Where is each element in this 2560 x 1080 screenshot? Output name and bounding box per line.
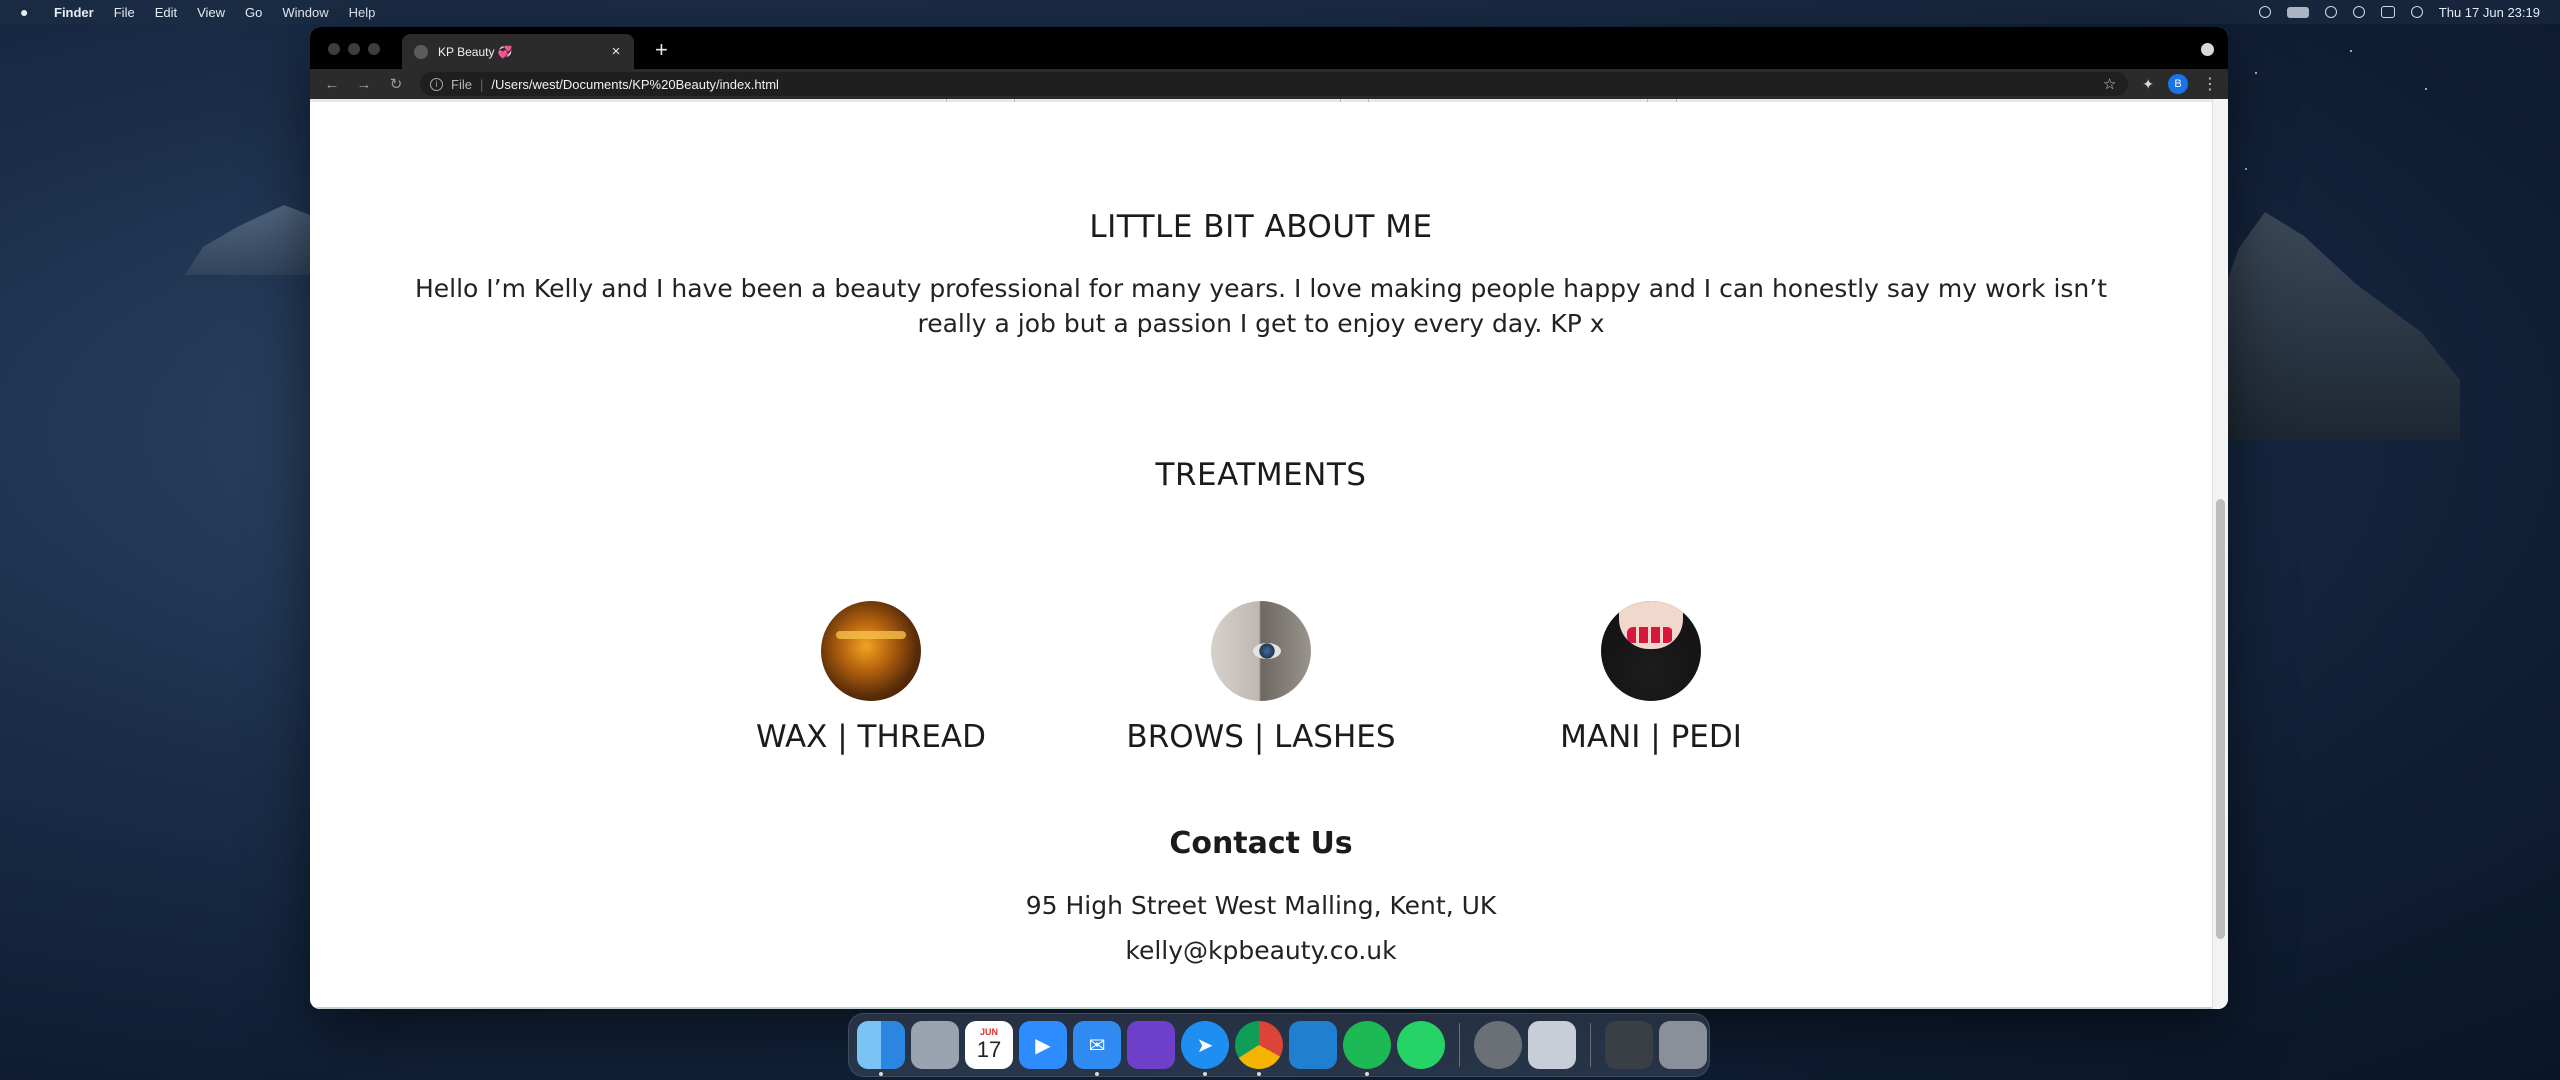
safari-dock-icon[interactable]: ➤	[1181, 1021, 1229, 1076]
wallpaper-star	[2350, 50, 2352, 52]
address-bar[interactable]: i File | /Users/west/Documents/KP%20Beau…	[420, 72, 2129, 96]
play-status-icon[interactable]	[2258, 6, 2271, 18]
spotlight-search-icon[interactable]	[2352, 6, 2365, 18]
macos-dock: JUN 17 ▶ ✉ ➤	[848, 1013, 1710, 1077]
about-heading: LITTLE BIT ABOUT ME	[1089, 209, 1433, 245]
new-tab-icon[interactable]: +	[655, 37, 668, 63]
treatment-label[interactable]: BROWS | LASHES	[1111, 719, 1411, 755]
menu-edit[interactable]: Edit	[155, 5, 177, 20]
toolbar-right-actions: ✦ B ⋮	[2142, 74, 2218, 94]
reload-icon[interactable]: ↻	[380, 75, 412, 93]
minimize-window-button[interactable]	[348, 43, 360, 55]
calendar-dock-icon[interactable]: JUN 17	[965, 1021, 1013, 1069]
footer	[310, 1007, 2212, 1009]
tab-search-icon[interactable]	[2201, 43, 2214, 56]
treatment-card-wax-thread[interactable]: WAX | THREAD	[721, 601, 1021, 755]
trash-dock-icon[interactable]	[1659, 1021, 1707, 1069]
browser-window: KP Beauty 💞 × + ← → ↻ i File | /Users/we…	[310, 27, 2228, 1009]
page-scrollbar[interactable]	[2212, 99, 2228, 1009]
menubar-clock[interactable]: Thu 17 Jun 23:19	[2439, 5, 2540, 20]
site-info-icon[interactable]: i	[430, 77, 443, 91]
menu-help[interactable]: Help	[349, 5, 376, 20]
address-scheme: File	[451, 76, 472, 92]
browser-titlebar: KP Beauty 💞 × +	[310, 27, 2228, 69]
tab-favicon-icon	[414, 44, 428, 59]
battery-icon[interactable]	[2286, 6, 2309, 18]
preview-dock-icon[interactable]	[1528, 1021, 1576, 1069]
treatment-label[interactable]: MANI | PEDI	[1501, 719, 1801, 755]
chrome-dock-icon[interactable]	[1235, 1021, 1283, 1076]
tab-close-icon[interactable]: ×	[608, 43, 624, 60]
about-paragraph: Hello I’m Kelly and I have been a beauty…	[414, 274, 2108, 338]
page-viewport: LITTLE BIT ABOUT ME Hello I’m Kelly and …	[310, 99, 2212, 1009]
browser-tab-active[interactable]: KP Beauty 💞 ×	[402, 34, 634, 69]
menu-window[interactable]: Window	[282, 5, 328, 20]
menu-file[interactable]: File	[114, 5, 135, 20]
calendar-month: JUN	[979, 1027, 998, 1037]
menu-app-name[interactable]: Finder	[54, 5, 94, 20]
contact-heading: Contact Us	[1169, 826, 1353, 861]
siri-icon[interactable]	[2410, 6, 2423, 18]
nav-bottom-border	[310, 99, 2212, 102]
profile-avatar[interactable]: B	[2168, 74, 2188, 94]
treatment-card-mani-pedi[interactable]: MANI | PEDI	[1501, 601, 1801, 755]
zoom-dock-icon[interactable]: ▶	[1019, 1021, 1067, 1069]
wax-image[interactable]	[821, 601, 921, 701]
contact-email-link[interactable]: kelly@kpbeauty.co.uk	[310, 936, 2212, 965]
system-preferences-dock-icon[interactable]	[1474, 1021, 1522, 1069]
extensions-puzzle-icon[interactable]: ✦	[2142, 76, 2154, 93]
scrollbar-thumb[interactable]	[2216, 499, 2225, 939]
desktop-wallpaper-cliff	[2200, 212, 2460, 440]
close-window-button[interactable]	[328, 43, 340, 55]
dock-separator	[1590, 1023, 1591, 1067]
mail-dock-icon[interactable]: ✉	[1073, 1021, 1121, 1076]
macos-menubar: ● Finder File Edit View Go Window Help T…	[0, 0, 2560, 24]
window-controls	[328, 43, 380, 55]
dock-separator	[1459, 1023, 1460, 1067]
bookmark-star-icon[interactable]: ☆	[2103, 75, 2116, 93]
downloads-stack-icon[interactable]	[1605, 1021, 1653, 1069]
spotify-dock-icon[interactable]	[1343, 1021, 1391, 1076]
menubar-status-area: Thu 17 Jun 23:19	[2258, 5, 2540, 20]
browser-toolbar: ← → ↻ i File | /Users/west/Documents/KP%…	[310, 69, 2228, 99]
whatsapp-dock-icon[interactable]	[1397, 1021, 1445, 1069]
browser-menu-icon[interactable]: ⋮	[2202, 74, 2218, 94]
zoom-window-button[interactable]	[368, 43, 380, 55]
wallpaper-star	[2245, 168, 2247, 170]
github-desktop-dock-icon[interactable]	[1127, 1021, 1175, 1069]
forward-arrow-icon[interactable]: →	[348, 76, 380, 93]
address-separator: |	[479, 76, 484, 92]
treatments-heading: TREATMENTS	[1155, 457, 1367, 493]
treatment-label[interactable]: WAX | THREAD	[721, 719, 1021, 755]
wifi-icon[interactable]	[2324, 6, 2337, 18]
tab-title: KP Beauty 💞	[438, 44, 513, 59]
wallpaper-star	[2255, 72, 2257, 74]
eye-image[interactable]	[1211, 601, 1311, 701]
vscode-dock-icon[interactable]	[1289, 1021, 1337, 1069]
apple-menu-icon[interactable]: ●	[20, 4, 34, 20]
menu-view[interactable]: View	[197, 5, 225, 20]
menu-go[interactable]: Go	[245, 5, 262, 20]
treatment-card-brows-lashes[interactable]: BROWS | LASHES	[1111, 601, 1411, 755]
address-url[interactable]: /Users/west/Documents/KP%20Beauty/index.…	[491, 77, 779, 92]
finder-dock-icon[interactable]	[857, 1021, 905, 1076]
contact-address: 95 High Street West Malling, Kent, UK	[1025, 891, 1497, 920]
calendar-day: 17	[976, 1037, 1002, 1062]
nails-image[interactable]	[1601, 601, 1701, 701]
back-arrow-icon[interactable]: ←	[316, 76, 348, 93]
control-center-icon[interactable]	[2380, 6, 2395, 18]
wallpaper-star	[2425, 88, 2427, 90]
launchpad-dock-icon[interactable]	[911, 1021, 959, 1069]
